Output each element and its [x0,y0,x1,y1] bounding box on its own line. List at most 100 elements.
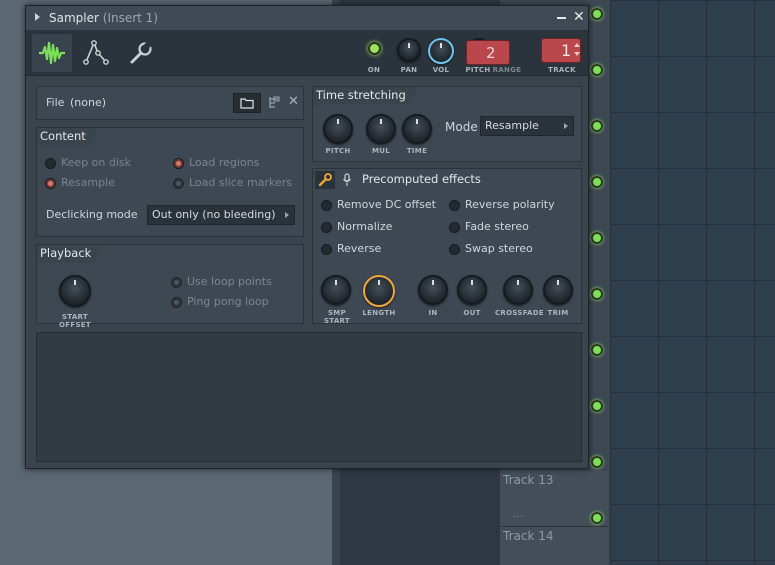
playback-panel: Playback START OFFSET Use loop points Pi… [36,244,304,329]
load-regions-label: Load regions [189,156,260,169]
normalize-radio[interactable] [321,222,332,233]
time-stretching-title: Time stretching [313,87,418,105]
stretch-time-knob[interactable] [402,114,432,144]
keep-on-disk-radio[interactable] [45,158,56,169]
volume-knob[interactable] [428,38,454,64]
microphone-icon[interactable] [342,173,352,187]
stretch-time-label: TIME [406,147,428,155]
precompute-tools-button[interactable] [315,171,335,189]
remove-dc-offset-label: Remove DC offset [337,198,436,211]
length-knob[interactable] [363,275,395,307]
file-value: (none) [70,96,107,109]
resample-label: Resample [61,176,115,189]
start-offset-knob[interactable] [59,275,91,307]
decrement-icon[interactable] [574,52,580,56]
on-label: ON [367,66,381,74]
track-mute-led[interactable] [591,456,603,468]
reverse-label: Reverse [337,242,382,255]
folder-icon [240,98,254,109]
misc-functions-tab[interactable] [120,34,160,72]
pitch-label: PITCH [465,66,491,74]
track-mute-led[interactable] [591,288,603,300]
use-loop-points-label: Use loop points [187,275,272,288]
fade-in-label: IN [428,309,438,317]
pitch-range-box[interactable]: 2 [466,40,510,65]
stretch-mode-select[interactable]: Resample [480,116,574,136]
channel-on-led[interactable] [368,42,381,55]
length-label: LENGTH [362,309,396,317]
stretch-mode-value: Resample [485,119,539,132]
pan-label: PAN [400,66,418,74]
pan-knob[interactable] [397,38,421,62]
content-panel: Content Keep on disk Resample Load regio… [36,127,304,237]
reverse-polarity-label: Reverse polarity [465,198,555,211]
track-name: Track 13 [503,473,554,487]
ping-pong-loop-radio[interactable] [171,297,182,308]
declicking-mode-value: Out only (no bleeding) [152,208,276,221]
fade-out-knob[interactable] [457,275,487,305]
select-arrow-icon [564,123,568,129]
fade-stereo-radio[interactable] [449,222,460,233]
track-value: 1 [561,41,572,60]
sample-settings-tab[interactable] [32,34,72,72]
crossfade-knob[interactable] [503,275,533,305]
trim-knob[interactable] [543,275,573,305]
open-file-button[interactable] [233,93,261,113]
playlist-track-14[interactable]: Track 14 [500,527,608,565]
track-mute-led[interactable] [591,344,603,356]
reverse-radio[interactable] [321,244,332,255]
track-mute-led[interactable] [591,176,603,188]
load-regions-radio[interactable] [173,158,184,169]
envelope-icon [83,40,109,65]
swap-stereo-radio[interactable] [449,244,460,255]
remove-dc-offset-radio[interactable] [321,200,332,211]
envelope-tab[interactable] [76,34,116,72]
stretch-pitch-knob[interactable] [323,114,353,144]
precomputed-effects-panel: Precomputed effects Remove DC offset Nor… [312,168,582,325]
resample-radio[interactable] [45,178,56,189]
load-slice-markers-label: Load slice markers [189,176,293,189]
load-slice-markers-radio[interactable] [173,178,184,189]
waveform-display[interactable] [36,332,582,462]
file-tree-icon [269,96,280,108]
track-mute-led[interactable] [591,120,603,132]
clear-file-button[interactable]: ✕ [283,93,305,113]
track-menu-dots[interactable]: ... [513,507,524,520]
minimize-icon[interactable] [557,17,566,19]
sampler-toolbar: ON PAN VOL PITCH 2 RANGE 1 TRACK [26,30,588,76]
stretch-pitch-label: PITCH [325,147,351,155]
start-offset-label: START OFFSET [59,313,91,329]
declicking-mode-select[interactable]: Out only (no bleeding) [147,205,295,225]
ping-pong-loop-label: Ping pong loop [187,295,269,308]
sample-start-knob[interactable] [321,275,351,305]
track-name: Track 14 [503,529,554,543]
window-subtitle: (Insert 1) [102,11,158,25]
track-mute-led[interactable] [591,232,603,244]
mixer-track-box[interactable]: 1 [541,38,581,63]
declicking-mode-label: Declicking mode [46,208,138,221]
wrench-icon [318,173,332,187]
track-mute-led[interactable] [591,400,603,412]
increment-icon[interactable] [574,43,580,47]
range-value: 2 [486,44,496,62]
track-mute-led[interactable] [591,64,603,76]
trim-label: TRIM [547,309,569,317]
track-mute-led[interactable] [591,8,603,20]
file-panel: File (none) ✕ [36,86,304,120]
fade-out-label: OUT [463,309,481,317]
window-titlebar[interactable]: Sampler (Insert 1) ✕ [26,6,588,30]
time-stretching-panel: Time stretching PITCH MUL TIME Mode Resa… [312,86,582,162]
stretch-mul-knob[interactable] [366,114,396,144]
fade-stereo-label: Fade stereo [465,220,529,233]
track-mute-led[interactable] [591,512,603,524]
use-loop-points-radio[interactable] [171,277,182,288]
playlist-grid[interactable] [610,0,775,565]
vol-label: VOL [432,66,450,74]
close-icon[interactable]: ✕ [573,9,585,25]
reverse-polarity-radio[interactable] [449,200,460,211]
wrench-icon [130,40,153,64]
window-menu-arrow-icon[interactable] [35,13,40,21]
track-label: TRACK [548,66,576,74]
fade-in-knob[interactable] [418,275,448,305]
swap-stereo-label: Swap stereo [465,242,533,255]
